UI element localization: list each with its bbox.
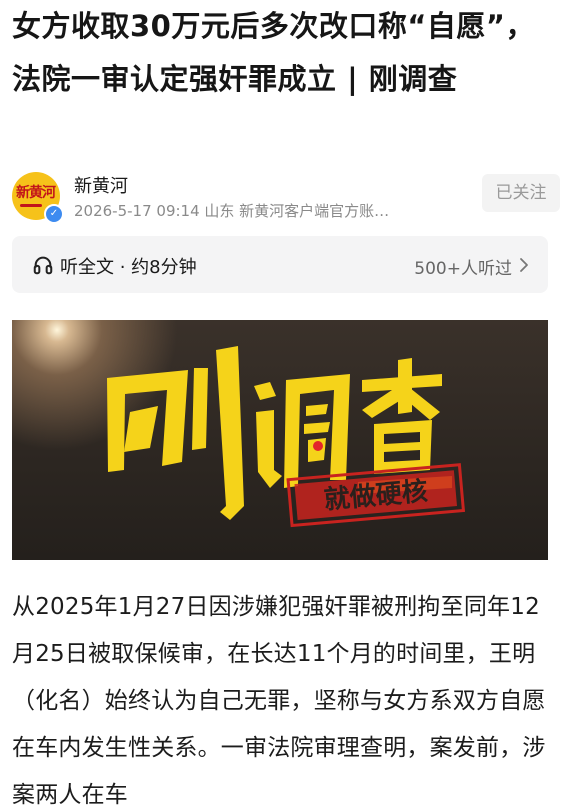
author-name[interactable]: 新黄河 [74,172,128,198]
banner-artwork: 就做硬核 [107,346,466,528]
xinhuanghe-logo-icon: 新黄河 [16,185,56,201]
headphone-icon [33,256,53,275]
logo-underline [20,204,42,207]
follow-button[interactable]: 已关注 [482,174,560,212]
article-body: 从2025年1月27日因涉嫌犯强奸罪被刑拘至同年12月25日被取保候审，在长达1… [12,594,546,807]
chevron-right-icon [520,258,528,272]
verified-badge-icon: ✓ [44,204,64,224]
article-banner-image: 就做硬核 [12,320,548,560]
listen-full-text-bar[interactable]: 听全文 · 约8分钟 500+人听过 [12,236,548,293]
author-meta: 2026-5-17 09:14 山东 新黄河客户端官方账… [74,202,390,220]
article-title: 女方收取30万元后多次改口称“自愿”，法院一审认定强奸罪成立 | 刚调查 [12,9,535,96]
author-row: 新黄河 ✓ 新黄河 2026-5-17 09:14 山东 新黄河客户端官方账… … [12,168,560,224]
listen-count: 500+人听过 [414,259,512,279]
listen-label: 听全文 · 约8分钟 [60,257,197,278]
